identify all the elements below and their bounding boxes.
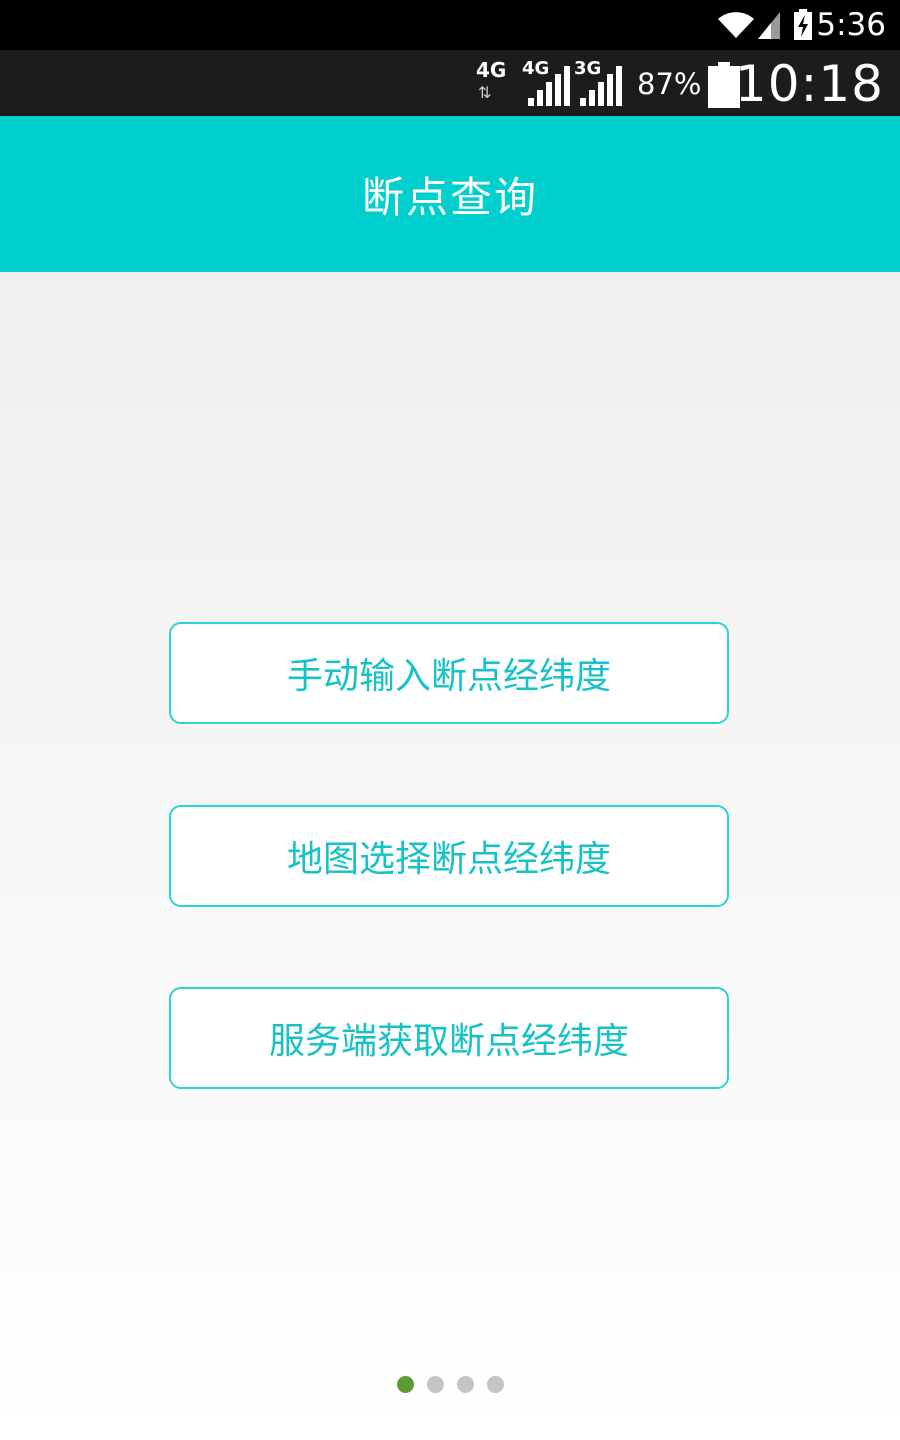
sim2-network-label: 3G: [574, 58, 602, 79]
page-dot-active[interactable]: [396, 1376, 414, 1393]
data-transfer-arrows-icon: ⇅: [478, 83, 492, 102]
battery-charging-icon: [794, 9, 812, 40]
device-status-bar: 5:36: [0, 0, 900, 50]
manual-input-coordinates-button[interactable]: 手动输入断点经纬度: [169, 622, 729, 724]
page-dot[interactable]: [486, 1376, 504, 1393]
page-dot[interactable]: [426, 1376, 444, 1393]
map-select-coordinates-button[interactable]: 地图选择断点经纬度: [169, 805, 729, 907]
wifi-icon: [718, 12, 754, 38]
device-clock: 5:36: [816, 7, 886, 43]
network-type-label: 4G: [476, 58, 507, 82]
app-screen: 5:36 4G ⇅ 4G 3G 87% 10:18 断点查询 手动输入断点经纬度…: [0, 0, 900, 1440]
battery-percent: 87%: [637, 67, 702, 101]
button-label: 地图选择断点经纬度: [286, 839, 611, 880]
page-dot[interactable]: [456, 1376, 474, 1393]
app-header: 断点查询: [0, 116, 900, 272]
button-label: 手动输入断点经纬度: [286, 656, 611, 697]
sim1-network-label: 4G: [522, 58, 550, 79]
server-fetch-coordinates-button[interactable]: 服务端获取断点经纬度: [169, 987, 729, 1089]
cell-signal-icon: [758, 12, 780, 39]
app-status-bar: 4G ⇅ 4G 3G 87% 10:18: [0, 50, 900, 116]
page-indicator: [0, 1376, 900, 1394]
status-clock: 10:18: [734, 55, 884, 113]
page-title: 断点查询: [361, 172, 538, 222]
button-label: 服务端获取断点经纬度: [268, 1021, 629, 1062]
